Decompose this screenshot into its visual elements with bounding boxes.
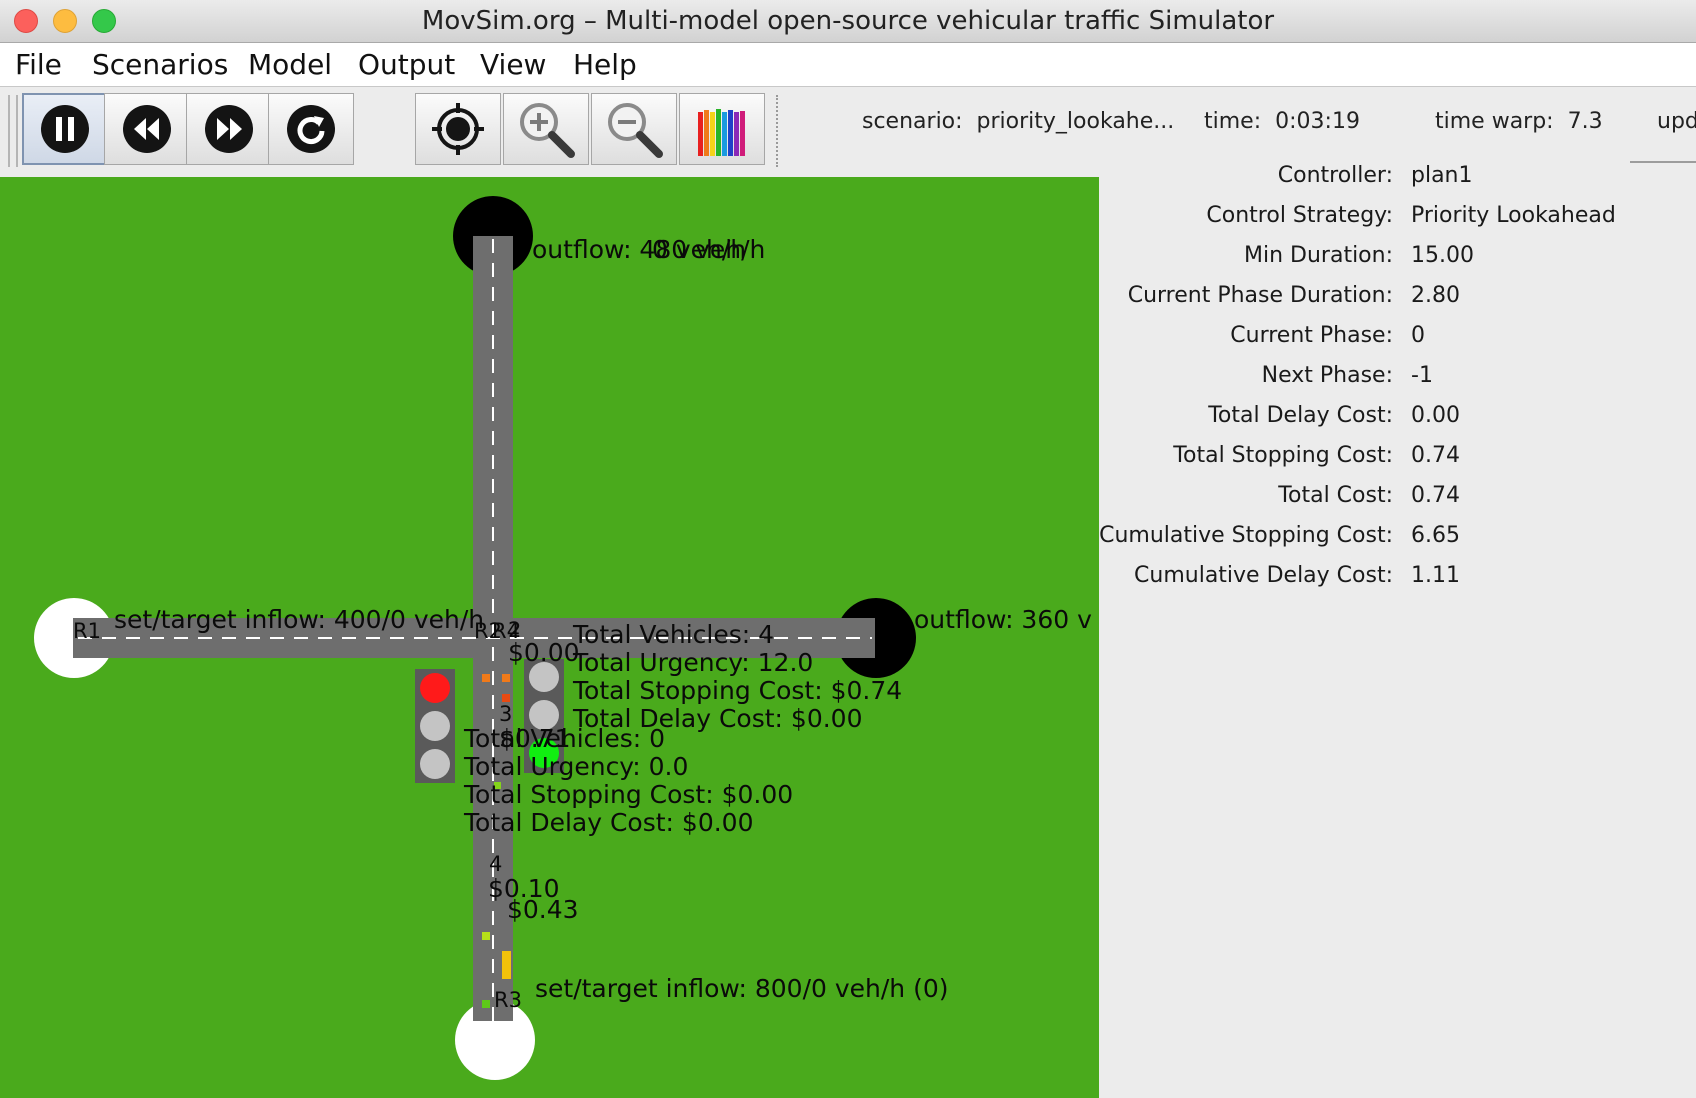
road-label-r1: R1 — [73, 619, 101, 643]
total-stopping-cost-key: Total Stopping Cost: — [1173, 443, 1393, 468]
current-phase-value: 0 — [1411, 323, 1425, 348]
time-warp-info: time warp: 7.3 — [1435, 109, 1603, 134]
time-value: 0:03:19 — [1275, 109, 1360, 134]
min-duration-key: Min Duration: — [1244, 243, 1393, 268]
scenario-info: scenario: priority_lookahe... — [862, 109, 1174, 134]
panel-row-current-phase-duration: Current Phase Duration: 2.80 — [1099, 283, 1696, 323]
time-label: time: — [1204, 109, 1262, 134]
controller-value: plan1 — [1411, 163, 1473, 188]
scenario-value: priority_lookahe... — [976, 109, 1175, 134]
color-scheme-button[interactable] — [679, 93, 765, 165]
panel-row-cumulative-delay-cost: Cumulative Delay Cost: 1.11 — [1099, 563, 1696, 603]
menu-help[interactable]: Help — [573, 48, 637, 81]
pause-icon — [41, 105, 89, 153]
simulation-canvas[interactable]: R1 R2 R4 R3 outflow: 480 veh/h 0 veh/h o… — [0, 177, 1099, 1098]
menu-view[interactable]: View — [480, 48, 546, 81]
road-label-r3: R3 — [494, 988, 522, 1012]
traffic-light-west-red — [420, 673, 450, 703]
controller-key: Controller: — [1277, 163, 1393, 188]
signal-2-stopping-cost: Total Stopping Cost: $0.74 — [573, 676, 903, 705]
control-strategy-value: Priority Lookahead — [1411, 203, 1616, 228]
vehicle — [482, 1000, 490, 1008]
update-rate-label: upd — [1657, 109, 1696, 134]
zoom-in-button[interactable] — [503, 93, 589, 165]
signal-3-stopping-cost: Total Stopping Cost: $0.00 — [464, 780, 794, 809]
traffic-light-west-yellow — [420, 711, 450, 741]
rewind-button[interactable] — [104, 93, 190, 165]
south-inflow-label: set/target inflow: 800/0 veh/h (0) — [535, 974, 949, 1003]
signal-4-id: 4 — [489, 852, 503, 876]
scenario-label: scenario: — [862, 109, 963, 134]
pause-button[interactable] — [22, 93, 108, 165]
cumulative-stopping-cost-key: Cumulative Stopping Cost: — [1099, 523, 1393, 548]
current-phase-key: Current Phase: — [1230, 323, 1393, 348]
menu-bar: File Scenarios Model Output View Help — [0, 43, 1696, 87]
panel-row-total-cost: Total Cost: 0.74 — [1099, 483, 1696, 523]
current-phase-duration-key: Current Phase Duration: — [1127, 283, 1393, 308]
control-strategy-key: Control Strategy: — [1206, 203, 1393, 228]
panel-row-next-phase: Next Phase: -1 — [1099, 363, 1696, 403]
total-cost-value: 0.74 — [1411, 483, 1460, 508]
east-outflow-label: outflow: 360 v — [914, 605, 1092, 634]
total-stopping-cost-value: 0.74 — [1411, 443, 1460, 468]
toolbar-separator — [776, 95, 778, 167]
time-info: time: 0:03:19 — [1204, 109, 1360, 134]
signal-3-delay-cost: Total Delay Cost: $0.00 — [464, 808, 754, 837]
panel-row-control-strategy: Control Strategy: Priority Lookahead — [1099, 203, 1696, 243]
cumulative-stopping-cost-value: 6.65 — [1411, 523, 1460, 548]
signal-3-total-urgency: Total Urgency: 0.0 — [464, 752, 689, 781]
vehicle — [502, 951, 511, 979]
menu-scenarios[interactable]: Scenarios — [92, 48, 228, 81]
reset-button[interactable] — [268, 93, 354, 165]
signal-2-total-urgency: Total Urgency: 12.0 — [573, 648, 814, 677]
controller-panel: Controller: plan1 Control Strategy: Priori… — [1099, 163, 1696, 1098]
min-duration-value: 15.00 — [1411, 243, 1474, 268]
title-bar: MovSim.org – Multi-model open-source veh… — [0, 0, 1696, 43]
center-view-button[interactable] — [415, 93, 501, 165]
vehicle — [482, 674, 490, 682]
zoom-in-icon — [520, 103, 575, 158]
signal-3-id: 3 — [499, 702, 513, 726]
panel-row-total-stopping-cost: Total Stopping Cost: 0.74 — [1099, 443, 1696, 483]
signal-3-total-vehicles: Total Vehicles: 0 — [464, 724, 666, 753]
window-title: MovSim.org – Multi-model open-source veh… — [421, 6, 1275, 36]
panel-row-cumulative-stopping-cost: Cumulative Stopping Cost: 6.65 — [1099, 523, 1696, 563]
center-target-icon — [432, 103, 484, 155]
total-cost-key: Total Cost: — [1278, 483, 1393, 508]
panel-row-current-phase: Current Phase: 0 — [1099, 323, 1696, 363]
rewind-icon — [123, 105, 171, 153]
signal-2-total-vehicles: Total Vehicles: 4 — [573, 620, 775, 649]
cumulative-delay-cost-key: Cumulative Delay Cost: — [1134, 563, 1393, 588]
menu-model[interactable]: Model — [248, 48, 332, 81]
time-warp-label: time warp: — [1435, 109, 1554, 134]
next-phase-key: Next Phase: — [1261, 363, 1393, 388]
signal-2-cost: $0.00 — [508, 638, 580, 667]
zoom-out-button[interactable] — [591, 93, 677, 165]
north-outflow-overlap-label: 0 veh/h — [652, 235, 747, 264]
total-delay-cost-key: Total Delay Cost: — [1208, 403, 1393, 428]
fast-forward-button[interactable] — [186, 93, 272, 165]
reset-icon — [287, 105, 335, 153]
toolbar-grip[interactable] — [8, 95, 18, 167]
panel-row-total-delay-cost: Total Delay Cost: 0.00 — [1099, 403, 1696, 443]
color-pencils-icon — [698, 109, 745, 156]
time-warp-value: 7.3 — [1567, 109, 1603, 134]
next-phase-value: -1 — [1411, 363, 1433, 388]
fast-forward-icon — [205, 105, 253, 153]
south-lane-cost: $0.43 — [507, 895, 579, 924]
west-inflow-label: set/target inflow: 400/0 veh/h — [114, 605, 485, 634]
panel-row-min-duration: Min Duration: 15.00 — [1099, 243, 1696, 283]
menu-output[interactable]: Output — [358, 48, 455, 81]
zoom-out-icon — [608, 103, 663, 158]
traffic-light-west-green — [420, 749, 450, 779]
vehicle — [482, 932, 490, 940]
cumulative-delay-cost-value: 1.11 — [1411, 563, 1460, 588]
vehicle — [502, 674, 510, 682]
menu-file[interactable]: File — [15, 48, 62, 81]
panel-row-controller: Controller: plan1 — [1099, 163, 1696, 203]
current-phase-duration-value: 2.80 — [1411, 283, 1460, 308]
vehicle — [502, 694, 510, 702]
total-delay-cost-value: 0.00 — [1411, 403, 1460, 428]
